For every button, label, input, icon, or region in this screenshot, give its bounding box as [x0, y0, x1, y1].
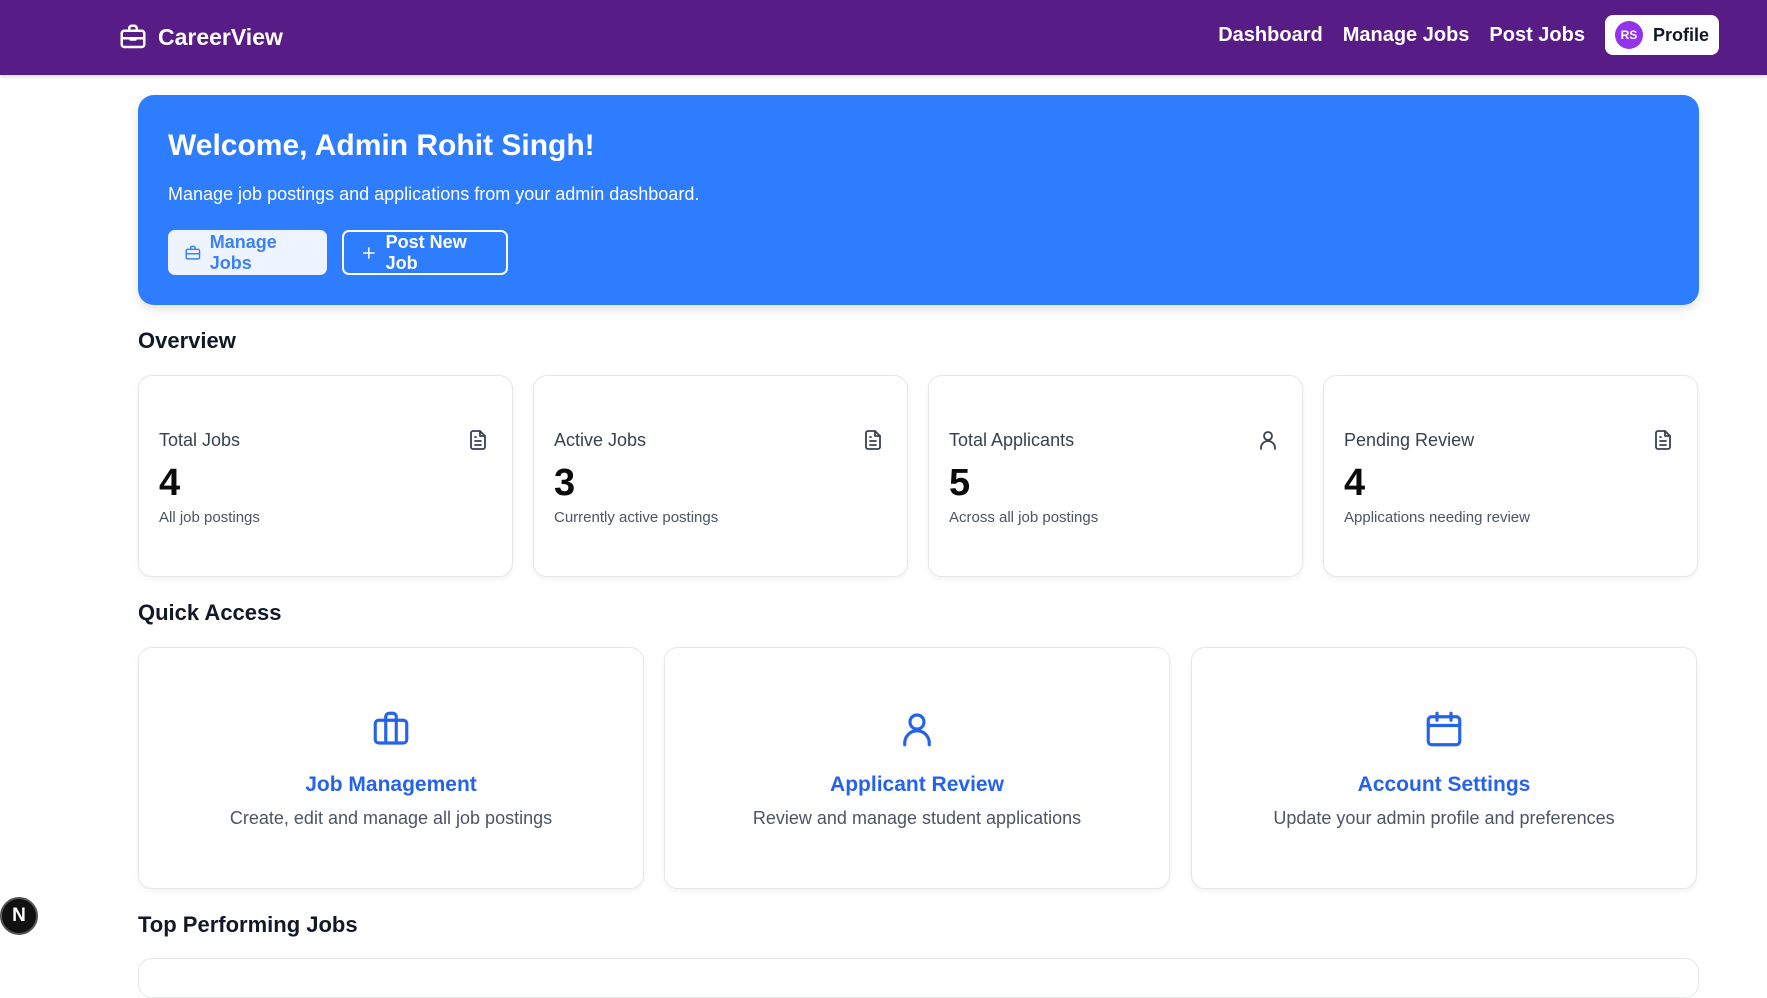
manage-jobs-button[interactable]: Manage Jobs — [168, 230, 327, 275]
stat-value: 5 — [949, 462, 971, 504]
avatar: RS — [1614, 21, 1643, 49]
stat-card-active-jobs: Active Jobs 3 Currently active postings — [533, 375, 908, 577]
welcome-banner: Welcome, Admin Rohit Singh! Manage job p… — [138, 95, 1699, 305]
quick-access-title: Job Management — [305, 773, 477, 796]
quick-access-description: Update your admin profile and preference… — [1273, 808, 1615, 828]
stat-card-total-jobs: Total Jobs 4 All job postings — [138, 375, 513, 577]
stat-label: Active Jobs — [554, 430, 647, 450]
stat-card-total-applicants: Total Applicants 5 Across all job postin… — [928, 375, 1303, 577]
quick-access-title: Account Settings — [1357, 773, 1531, 796]
nav-links: Dashboard Manage Jobs Post Jobs RS Profi… — [1218, 15, 1719, 55]
welcome-title: Welcome, Admin Rohit Singh! — [168, 129, 595, 162]
calendar-icon — [1426, 711, 1462, 747]
dev-tools-badge[interactable]: N — [0, 897, 38, 935]
manage-jobs-label: Manage Jobs — [209, 231, 277, 273]
stat-label: Total Applicants — [949, 430, 1075, 450]
profile-button[interactable]: RS Profile — [1604, 15, 1719, 55]
quick-access-applicant-review[interactable]: Applicant Review Review and manage stude… — [664, 647, 1170, 889]
nav-post-jobs[interactable]: Post Jobs — [1489, 24, 1585, 47]
stat-label: Total Jobs — [159, 430, 241, 450]
briefcase-icon — [185, 245, 201, 260]
post-new-job-button[interactable]: Post New Job — [342, 230, 508, 275]
brand-name: CareerView — [158, 23, 283, 50]
quick-access-description: Create, edit and manage all job postings — [229, 808, 553, 828]
post-new-job-label: Post New Job — [385, 231, 467, 273]
overview-heading: Overview — [138, 328, 236, 353]
quick-access-title: Applicant Review — [830, 773, 1004, 796]
top-jobs-card — [138, 958, 1699, 998]
nav-manage-jobs[interactable]: Manage Jobs — [1343, 24, 1470, 47]
nav-dashboard[interactable]: Dashboard — [1218, 24, 1322, 47]
profile-label: Profile — [1652, 24, 1709, 45]
welcome-subtitle: Manage job postings and applications fro… — [168, 184, 700, 204]
stat-description: All job postings — [159, 509, 260, 526]
user-icon — [1260, 431, 1276, 450]
user-icon — [903, 713, 931, 747]
quick-access-description: Review and manage student applications — [752, 808, 1082, 828]
document-icon — [1655, 430, 1671, 450]
stat-card-pending-review: Pending Review 4 Applications needing re… — [1323, 375, 1698, 577]
stat-value: 3 — [554, 462, 576, 504]
stat-description: Applications needing review — [1344, 509, 1530, 526]
stat-value: 4 — [159, 462, 181, 504]
document-icon — [470, 430, 486, 450]
quick-access-heading: Quick Access — [138, 600, 282, 625]
briefcase-icon — [373, 711, 409, 745]
brand-logo[interactable]: CareerView — [118, 20, 283, 54]
stat-label: Pending Review — [1344, 430, 1475, 450]
document-icon — [865, 430, 881, 450]
stat-description: Across all job postings — [949, 509, 1099, 526]
top-navbar: CareerView Dashboard Manage Jobs Post Jo… — [0, 0, 1767, 75]
top-performing-jobs-heading: Top Performing Jobs — [138, 912, 358, 937]
stat-description: Currently active postings — [554, 509, 719, 526]
quick-access-account-settings[interactable]: Account Settings Update your admin profi… — [1191, 647, 1697, 889]
briefcase-icon — [120, 24, 146, 49]
quick-access-job-management[interactable]: Job Management Create, edit and manage a… — [138, 647, 644, 889]
plus-icon — [362, 246, 375, 259]
stat-value: 4 — [1344, 462, 1366, 504]
